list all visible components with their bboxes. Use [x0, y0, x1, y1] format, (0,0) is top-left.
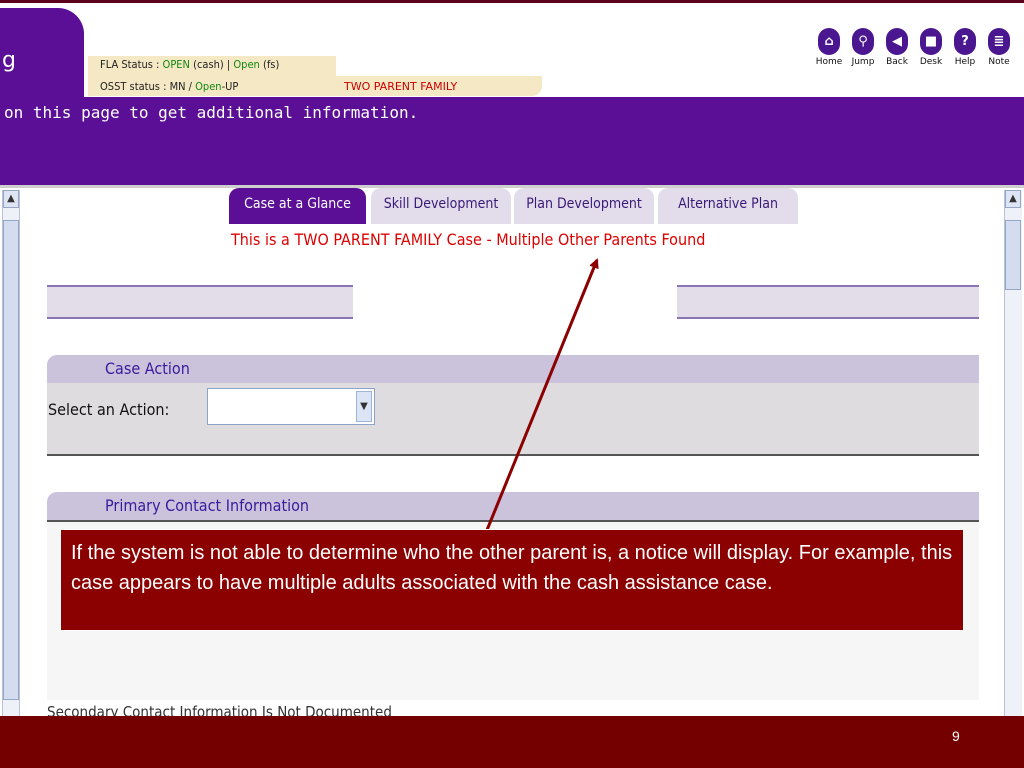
callout-arrow — [485, 258, 599, 531]
slide-footer: 9 — [0, 716, 1024, 768]
callout-text: If the system is not able to determine w… — [71, 542, 953, 594]
page-number: 9 — [952, 728, 960, 744]
callout-box: If the system is not able to determine w… — [60, 529, 964, 631]
